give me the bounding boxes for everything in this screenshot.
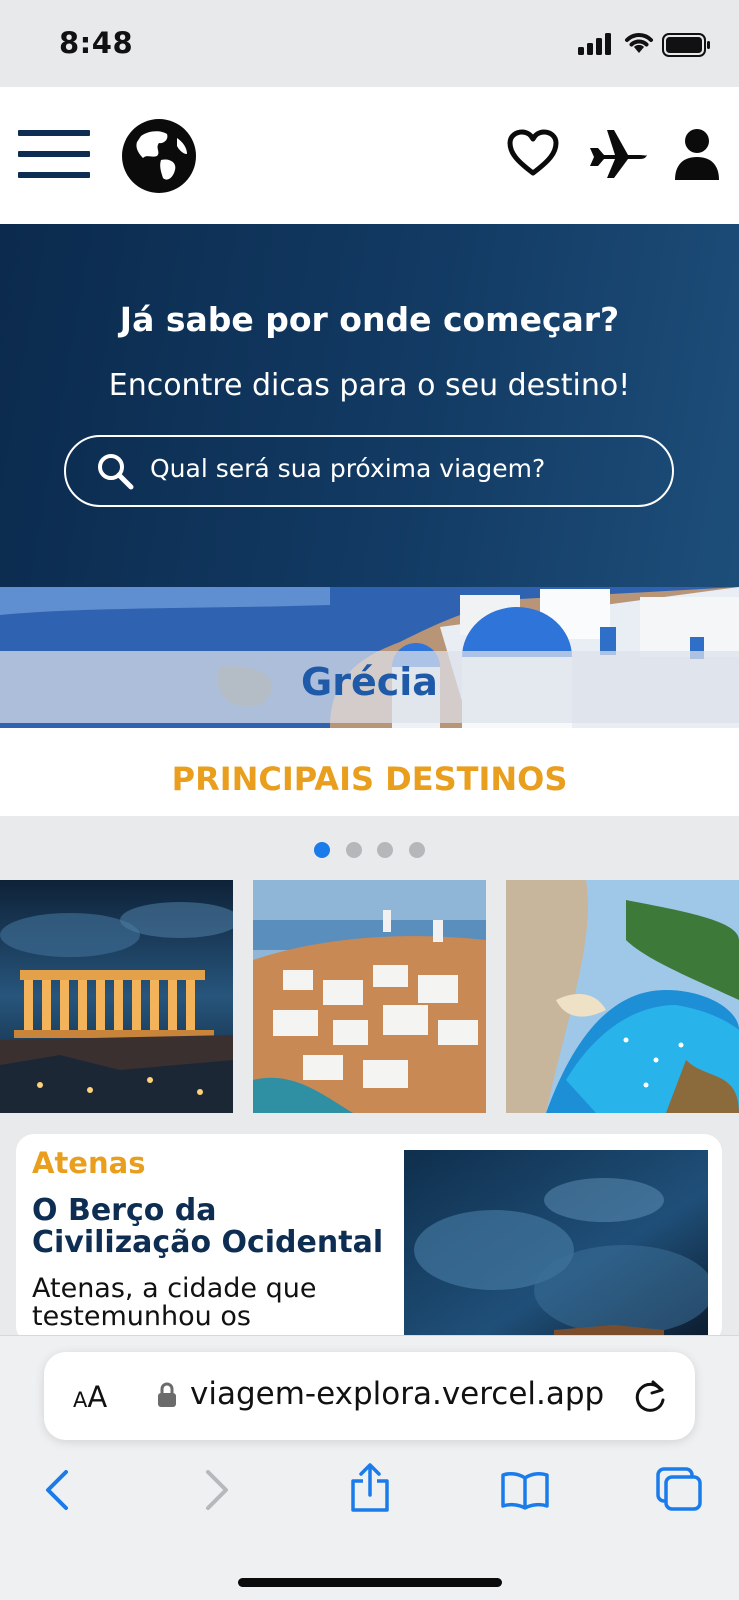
card-excerpt: Atenas, a cidade que testemunhou os (32, 1273, 317, 1332)
text-size-button[interactable]: AA (73, 1380, 107, 1414)
banner-country-label[interactable]: Grécia (0, 660, 739, 704)
santorini-village-photo[interactable] (253, 880, 486, 1113)
menu-icon[interactable] (18, 130, 90, 180)
destinations-heading: PRINCIPAIS DESTINOS (171, 760, 568, 798)
forward-icon[interactable] (204, 1470, 230, 1510)
lock-icon (158, 1382, 176, 1407)
carousel-dot[interactable] (314, 842, 330, 858)
share-icon[interactable] (349, 1463, 391, 1513)
carousel-dot[interactable] (409, 842, 425, 858)
status-time: 8:48 (59, 26, 134, 60)
cellular-signal-icon (578, 33, 611, 55)
home-indicator (238, 1578, 502, 1587)
globe-icon[interactable] (121, 118, 197, 194)
flights-plane-icon[interactable] (588, 126, 648, 180)
wifi-icon (625, 33, 653, 53)
search-placeholder[interactable]: Qual será sua próxima viagem? (150, 454, 545, 483)
card-city: Atenas (32, 1146, 146, 1180)
card-title[interactable]: O Berço da Civilização Ocidental (32, 1195, 402, 1259)
battery-icon (662, 33, 710, 57)
hero-subtitle: Encontre dicas para o seu destino! (108, 368, 631, 403)
athens-storm-photo (404, 1150, 708, 1344)
hero-section (0, 224, 739, 587)
hero-title: Já sabe por onde começar? (119, 300, 620, 339)
url-text[interactable]: viagem-explora.vercel.app (190, 1376, 604, 1412)
carousel-dot[interactable] (346, 842, 362, 858)
search-icon (98, 454, 134, 490)
acropolis-night-photo[interactable] (0, 880, 233, 1113)
tabs-icon[interactable] (655, 1466, 703, 1512)
back-icon[interactable] (44, 1470, 70, 1510)
user-account-icon[interactable] (674, 128, 720, 180)
carousel-dot[interactable] (377, 842, 393, 858)
bookmarks-icon[interactable] (500, 1470, 550, 1510)
reload-icon[interactable] (634, 1378, 668, 1414)
favorites-heart-icon[interactable] (507, 129, 559, 177)
navagio-beach-photo[interactable] (506, 880, 739, 1113)
